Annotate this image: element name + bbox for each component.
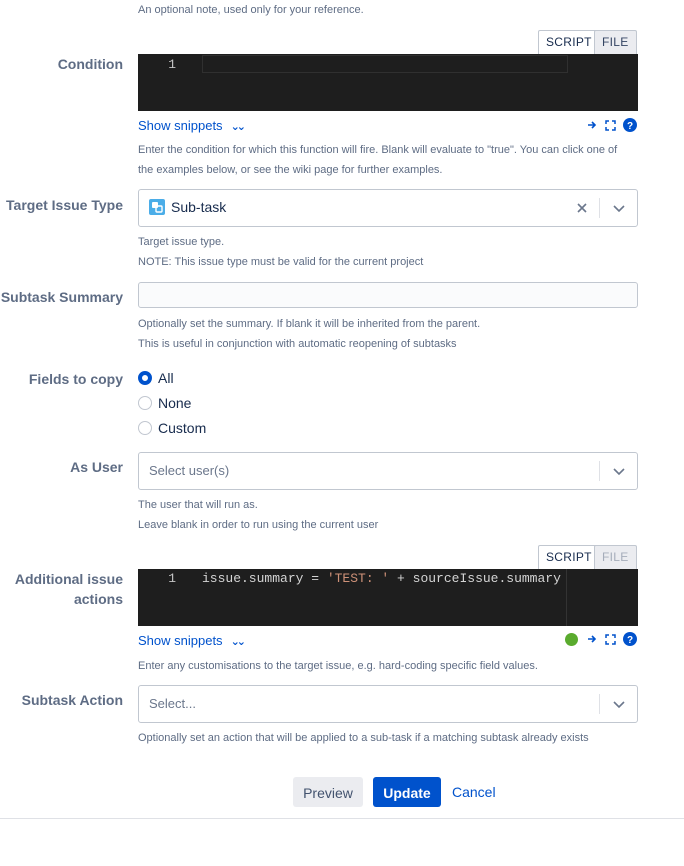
double-chevron-down-icon: ⌄⌄ [230, 121, 247, 133]
svg-text:?: ? [627, 635, 633, 646]
subtask-summary-input[interactable] [138, 282, 638, 308]
select-separator [599, 461, 600, 481]
help-icon[interactable]: ? [623, 118, 637, 132]
condition-help-1: Enter the condition for which this funct… [138, 144, 618, 156]
fields-to-copy-option-label: All [158, 370, 174, 386]
condition-help-2: the examples below, or see the wiki page… [138, 164, 443, 176]
subtask-action-label: Subtask Action [21, 692, 123, 708]
select-separator [599, 694, 600, 714]
fields-to-copy-option-label: Custom [158, 420, 207, 436]
fields-to-copy-label: Fields to copy [28, 371, 123, 387]
additional-actions-show-snippets[interactable]: Show snippets ⌄⌄ [138, 631, 247, 652]
select-separator [599, 198, 600, 218]
condition-editor-tabs: SCRIPT FILE [538, 30, 638, 55]
footer-divider [0, 818, 684, 819]
condition-file-tab[interactable]: FILE [594, 30, 637, 55]
target-issue-type-select[interactable]: Sub-task [138, 189, 638, 227]
subtask-action-placeholder: Select... [149, 696, 196, 711]
top-note: An optional note, used only for your ref… [138, 4, 364, 16]
subtask-summary-label: Subtask Summary [0, 289, 123, 305]
code-string-token: 'TEST: ' [326, 571, 390, 586]
condition-current-line [202, 55, 568, 73]
additional-actions-line-number: 1 [168, 571, 176, 586]
condition-show-snippets[interactable]: Show snippets ⌄⌄ [138, 116, 247, 137]
additional-actions-file-tab[interactable]: FILE [594, 545, 637, 570]
as-user-help-1: The user that will run as. [138, 499, 258, 511]
subtask-summary-help-2: This is useful in conjunction with autom… [138, 338, 457, 350]
code-token: issue.summary = [202, 571, 327, 586]
fullscreen-icon[interactable] [605, 634, 616, 645]
help-icon[interactable]: ? [623, 632, 637, 646]
additional-actions-snippets-label: Show snippets [138, 633, 223, 648]
chevron-down-icon[interactable] [611, 198, 627, 218]
target-issue-type-label: Target Issue Type [6, 197, 123, 213]
arrow-right-icon[interactable] [587, 120, 597, 130]
target-issue-type-help-1: Target issue type. [138, 236, 225, 248]
subtask-action-select[interactable]: Select... [138, 685, 638, 723]
additional-actions-label-1: Additional issue [14, 571, 123, 587]
arrow-right-icon[interactable] [587, 634, 597, 644]
additional-actions-script-tab[interactable]: SCRIPT [538, 545, 600, 570]
fullscreen-icon[interactable] [605, 120, 616, 131]
preview-button[interactable]: Preview [293, 777, 363, 807]
code-token: + sourceIssue.summary [389, 571, 561, 586]
close-icon[interactable] [577, 203, 587, 213]
as-user-label: As User [70, 459, 123, 475]
target-issue-type-help-2: NOTE: This issue type must be valid for … [138, 256, 424, 268]
svg-text:?: ? [627, 121, 633, 132]
condition-line-number: 1 [168, 57, 176, 72]
condition-snippets-label: Show snippets [138, 118, 223, 133]
fields-to-copy-option-label: None [158, 395, 192, 411]
radio-unchecked[interactable] [138, 421, 152, 435]
condition-code-editor[interactable]: 1 [138, 54, 638, 111]
additional-actions-label-2: actions [73, 591, 123, 607]
chevron-down-icon[interactable] [611, 461, 627, 481]
update-button[interactable]: Update [373, 777, 441, 807]
subtask-icon [149, 199, 165, 215]
as-user-placeholder: Select user(s) [149, 463, 230, 478]
editor-ruler [566, 569, 567, 626]
additional-actions-code-editor[interactable]: 1 issue.summary = 'TEST: ' + sourceIssue… [138, 569, 638, 626]
as-user-help-2: Leave blank in order to run using the cu… [138, 519, 379, 531]
as-user-select[interactable]: Select user(s) [138, 452, 638, 490]
condition-script-tab[interactable]: SCRIPT [538, 30, 600, 55]
target-issue-type-value: Sub-task [171, 199, 227, 215]
status-dot-icon [565, 633, 578, 646]
additional-actions-help-1: Enter any customisations to the target i… [138, 660, 538, 672]
radio-checked[interactable] [138, 371, 152, 385]
additional-actions-editor-tabs: SCRIPT FILE [538, 545, 638, 570]
additional-actions-code-line: issue.summary = 'TEST: ' + sourceIssue.s… [202, 571, 561, 586]
condition-label: Condition [57, 56, 123, 72]
chevron-down-icon[interactable] [611, 694, 627, 714]
subtask-action-help-1: Optionally set an action that will be ap… [138, 732, 589, 744]
double-chevron-down-icon: ⌄⌄ [230, 636, 247, 648]
radio-unchecked[interactable] [138, 396, 152, 410]
condition-editor-tools: ? [587, 118, 639, 134]
cancel-link[interactable]: Cancel [452, 777, 496, 807]
subtask-summary-help-1: Optionally set the summary. If blank it … [138, 318, 481, 330]
additional-actions-editor-tools: ? [565, 632, 639, 648]
